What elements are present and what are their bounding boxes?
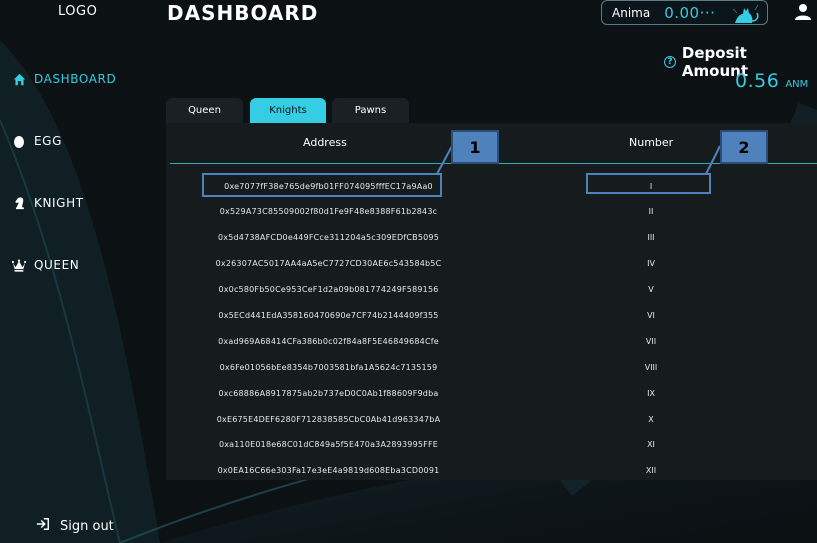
table-row[interactable]: 0xc68886A8917875ab2b737eD0C0Ab1f88609F9d… <box>166 380 817 406</box>
logo: LOGO <box>58 4 98 19</box>
signout-button[interactable]: Sign out <box>36 517 114 535</box>
number-cell: II <box>648 206 654 216</box>
table-row[interactable]: 0x5ECd441EdA358160470690e7CF74b2144409f3… <box>166 302 817 328</box>
signout-label: Sign out <box>60 518 114 534</box>
sidebar-item-queen[interactable]: QUEEN <box>12 258 79 272</box>
address-cell: 0xad969A68414CFa386b0c02f84a8F5E46849684… <box>218 336 439 346</box>
table-row[interactable]: 0x5d4738AFCD0e449FCce311204a5c309EDfCB50… <box>166 224 817 250</box>
table-row[interactable]: 0x529A73C85509002f80d1Fe9F48e8388F61b284… <box>166 198 817 224</box>
egg-icon <box>12 134 26 148</box>
sidebar-item-egg[interactable]: EGG <box>12 134 62 148</box>
user-icon[interactable] <box>794 3 812 25</box>
signout-icon <box>36 517 50 535</box>
sidebar-item-label: QUEEN <box>34 258 80 272</box>
wallet-balance-button[interactable]: Anima 0.00··· <box>601 0 768 25</box>
address-cell: 0x26307AC5017AA4aA5eC7727CD30AE6c543584b… <box>215 258 442 268</box>
address-cell: 0x0c580Fb50Ce953CeF1d2a09b081774249F5891… <box>218 284 439 294</box>
deposit-amount-value: 0.56 ANM <box>735 70 808 92</box>
number-cell: V <box>648 284 654 294</box>
home-icon <box>12 72 26 86</box>
highlight-address-box <box>202 173 442 197</box>
deposit-unit: ANM <box>785 79 809 90</box>
sidebar-item-dashboard[interactable]: DASHBOARD <box>12 72 116 86</box>
table-row[interactable]: 0xE675E4DEF6280F712838585CbC0Ab41d963347… <box>166 406 817 432</box>
address-cell: 0xE675E4DEF6280F712838585CbC0Ab41d963347… <box>216 414 441 424</box>
sidebar-item-knight[interactable]: KNIGHT <box>12 196 84 210</box>
page-title: DASHBOARD <box>167 1 319 25</box>
tab-queen[interactable]: Queen <box>166 98 243 123</box>
address-cell: 0x5ECd441EdA358160470690e7CF74b2144409f3… <box>218 310 439 320</box>
table-row[interactable]: 0x0EA16C66e303Fa17e3eE4a9819d608Eba3CD00… <box>166 457 817 483</box>
callout-2: 2 <box>720 130 768 164</box>
tab-pawns[interactable]: Pawns <box>332 98 409 123</box>
number-cell: VI <box>647 310 655 320</box>
number-cell: XII <box>645 465 657 475</box>
callout-1: 1 <box>451 130 499 164</box>
address-cell: 0x6Fe01056bEe8354b7003581bfa1A5624c71351… <box>219 362 438 372</box>
table-row[interactable]: 0x0c580Fb50Ce953CeF1d2a09b081774249F5891… <box>166 276 817 302</box>
sidebar-item-label: DASHBOARD <box>34 72 117 86</box>
wallet-name: Anima <box>612 5 651 20</box>
number-cell: VII <box>645 336 657 346</box>
cat-logo-icon <box>731 3 761 29</box>
tab-knights[interactable]: Knights <box>250 98 326 123</box>
number-cell: IX <box>647 388 655 398</box>
table-row[interactable]: 0xad969A68414CFa386b0c02f84a8F5E46849684… <box>166 328 817 354</box>
address-cell: 0x5d4738AFCD0e449FCce311204a5c309EDfCB50… <box>217 232 440 242</box>
table-row[interactable]: 0x26307AC5017AA4aA5eC7727CD30AE6c543584b… <box>166 250 817 276</box>
number-cell: IV <box>647 258 655 268</box>
address-cell: 0x529A73C85509002f80d1Fe9F48e8388F61b284… <box>219 206 438 216</box>
address-cell: 0x0EA16C66e303Fa17e3eE4a9819d608Eba3CD00… <box>217 465 440 475</box>
help-icon[interactable]: ? <box>664 56 676 68</box>
address-cell: 0xc68886A8917875ab2b737eD0C0Ab1f88609F9d… <box>218 388 439 398</box>
sidebar-item-label: EGG <box>34 134 62 148</box>
address-cell: 0xa110E018e68C01dC849a5f5E470a3A2893995F… <box>218 439 439 449</box>
table-row[interactable]: 0x6Fe01056bEe8354b7003581bfa1A5624c71351… <box>166 354 817 380</box>
sidebar-item-label: KNIGHT <box>34 196 84 210</box>
number-cell: III <box>647 232 655 242</box>
highlight-number-box <box>586 173 711 194</box>
column-header-address: Address <box>303 136 347 149</box>
deposit-number: 0.56 <box>735 70 780 92</box>
number-cell: XI <box>647 439 655 449</box>
number-cell: X <box>648 414 654 424</box>
table-row[interactable]: 0xa110E018e68C01dC849a5f5E470a3A2893995F… <box>166 431 817 457</box>
number-cell: VIII <box>644 362 658 372</box>
knight-icon <box>12 196 26 210</box>
queen-icon <box>12 258 26 272</box>
wallet-value: 0.00··· <box>664 3 716 22</box>
column-header-number: Number <box>629 136 674 149</box>
